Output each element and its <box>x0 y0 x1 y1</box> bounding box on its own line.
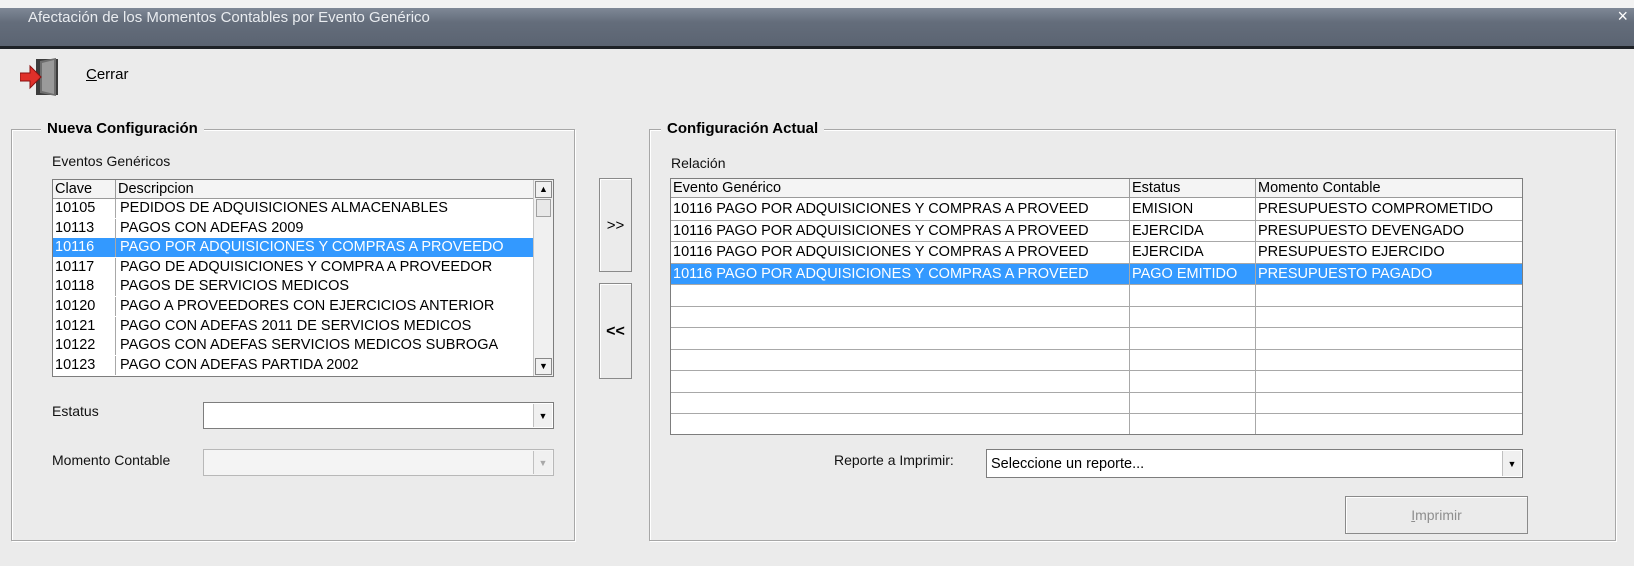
column-header-evento[interactable]: Evento Genérico <box>671 179 1130 198</box>
column-header-estatus[interactable]: Estatus <box>1130 179 1256 198</box>
estatus-cell: PAGO EMITIDO <box>1130 263 1256 285</box>
estatus-label: Estatus <box>52 403 99 419</box>
imprimir-label: mprimir <box>1415 507 1462 523</box>
estatus-cell: EJERCIDA <box>1132 244 1204 260</box>
clave-cell: 10116 <box>53 238 116 258</box>
grid-line <box>671 327 1522 328</box>
configuracion-actual-title: Configuración Actual <box>661 120 825 137</box>
scroll-thumb[interactable] <box>536 199 551 217</box>
clave-cell: 10118 <box>53 277 116 297</box>
clave-cell: 10120 <box>53 297 116 316</box>
imprimir-button[interactable]: Imprimir <box>1345 496 1528 534</box>
list-item[interactable]: 10118 PAGOS DE SERVICIOS MEDICOS <box>53 277 534 297</box>
momento-cell: PRESUPUESTO COMPROMETIDO <box>1258 201 1493 217</box>
momento-contable-label: Momento Contable <box>52 452 171 468</box>
evento-cell: 10116 PAGO POR ADQUISICIONES Y COMPRAS A… <box>673 244 1089 260</box>
chevron-down-icon[interactable]: ▼ <box>533 451 552 474</box>
relacion-grid[interactable]: Evento Genérico Estatus Momento Contable… <box>670 178 1523 435</box>
descripcion-cell: PAGOS DE SERVICIOS MEDICOS <box>120 278 350 295</box>
list-item[interactable]: 10123 PAGO CON ADEFAS PARTIDA 2002 <box>53 355 534 375</box>
grid-line <box>671 435 1523 436</box>
chevron-down-icon[interactable]: ▼ <box>533 404 552 427</box>
table-row[interactable]: 10116 PAGO POR ADQUISICIONES Y COMPRAS A… <box>671 221 1522 243</box>
clave-cell: 10113 <box>53 218 116 238</box>
grid-column-divider <box>1255 198 1256 434</box>
momento-cell: PRESUPUESTO EJERCIDO <box>1258 244 1445 260</box>
clave-cell: 10105 <box>53 199 116 218</box>
descripcion-cell: PAGO DE ADQUISICIONES Y COMPRA A PROVEED… <box>120 258 493 275</box>
clave-cell: 10123 <box>53 355 116 375</box>
grid-line <box>671 241 1522 242</box>
list-item[interactable]: 10116 PAGO POR ADQUISICIONES Y COMPRAS A … <box>53 238 534 258</box>
momento-cell: PRESUPUESTO DEVENGADO <box>1258 222 1465 239</box>
close-icon[interactable]: × <box>1617 6 1628 27</box>
clave-cell: 10122 <box>53 336 116 356</box>
list-item[interactable]: 10120 PAGO A PROVEEDORES CON EJERCICIOS A… <box>53 297 534 316</box>
column-header-momento[interactable]: Momento Contable <box>1256 179 1522 198</box>
chevron-down-icon[interactable]: ▼ <box>1502 451 1521 476</box>
add-relation-button[interactable]: >> <box>599 178 632 272</box>
cerrar-mnemonic: C <box>86 66 97 83</box>
column-header-descripcion[interactable]: Descripcion <box>116 180 534 199</box>
list-item[interactable]: 10105 PEDIDOS DE ADQUISICIONES ALMACENABL… <box>53 199 534 218</box>
list-item[interactable]: 10113 PAGOS CON ADEFAS 2009 <box>53 218 534 238</box>
grid-line <box>671 262 1522 264</box>
scroll-up-icon[interactable]: ▲ <box>535 181 552 198</box>
eventos-genericos-label: Eventos Genéricos <box>52 153 171 169</box>
estatus-combo[interactable]: ▼ <box>203 402 554 429</box>
momento-cell: PRESUPUESTO PAGADO <box>1256 263 1522 285</box>
clave-cell: 10121 <box>53 316 116 336</box>
list-item[interactable]: 10117 PAGO DE ADQUISICIONES Y COMPRA A PR… <box>53 257 534 277</box>
reporte-value: Seleccione un reporte... <box>991 456 1145 472</box>
evento-cell: 10116 PAGO POR ADQUISICIONES Y COMPRAS A… <box>673 201 1089 217</box>
relacion-label: Relación <box>671 155 726 171</box>
list-item[interactable]: 10122 PAGOS CON ADEFAS SERVICIOS MEDICOS … <box>53 336 534 356</box>
relacion-header: Evento Genérico Estatus Momento Contable <box>671 179 1522 198</box>
grid-line <box>671 348 1522 350</box>
estatus-cell: EJERCIDA <box>1132 222 1204 239</box>
grid-line <box>671 284 1522 285</box>
grid-line <box>671 391 1522 393</box>
descripcion-cell: PAGOS CON ADEFAS 2009 <box>120 219 304 236</box>
eventos-scrollbar[interactable]: ▲ ▼ <box>533 180 553 376</box>
estatus-cell: EMISION <box>1132 201 1194 217</box>
list-item[interactable]: 10121 PAGO CON ADEFAS 2011 DE SERVICIOS M… <box>53 316 534 336</box>
reporte-label: Reporte a Imprimir: <box>834 452 954 468</box>
grid-line <box>671 370 1522 371</box>
grid-column-divider <box>1129 198 1130 434</box>
descripcion-cell: PAGOS CON ADEFAS SERVICIOS MEDICOS SUBRO… <box>120 337 499 354</box>
table-row[interactable]: 10116 PAGO POR ADQUISICIONES Y COMPRAS A… <box>671 199 1522 221</box>
scroll-down-icon[interactable]: ▼ <box>535 358 552 375</box>
grid-line <box>671 305 1522 307</box>
table-row[interactable]: 10116 PAGO POR ADQUISICIONES Y COMPRAS A… <box>671 263 1522 285</box>
evento-cell: 10116 PAGO POR ADQUISICIONES Y COMPRAS A… <box>673 222 1089 239</box>
title-bar-shadow <box>0 46 1634 49</box>
eventos-header: Clave Descripcion <box>53 180 534 199</box>
cerrar-label: errar <box>96 66 129 83</box>
eventos-genericos-list[interactable]: Clave Descripcion 10105 PEDIDOS DE ADQUISIC… <box>52 179 554 377</box>
descripcion-cell: PAGO A PROVEEDORES CON EJERCICIOS ANTERI… <box>120 298 495 314</box>
table-row[interactable]: 10116 PAGO POR ADQUISICIONES Y COMPRAS A… <box>671 242 1522 264</box>
descripcion-cell: PAGO CON ADEFAS 2011 DE SERVICIOS MEDICO… <box>120 317 472 334</box>
descripcion-cell: PAGO POR ADQUISICIONES Y COMPRAS A PROVE… <box>116 238 534 258</box>
grid-line <box>671 413 1522 414</box>
reporte-combo[interactable]: Seleccione un reporte... ▼ <box>986 449 1523 478</box>
descripcion-cell: PEDIDOS DE ADQUISICIONES ALMACENABLES <box>120 200 448 216</box>
column-header-clave[interactable]: Clave <box>53 180 116 199</box>
grid-line <box>671 219 1522 221</box>
clave-cell: 10117 <box>53 257 116 277</box>
window-title: Afectación de los Momentos Contables por… <box>28 9 430 26</box>
cerrar-button[interactable]: Cerrar <box>86 66 129 83</box>
nueva-configuracion-title: Nueva Configuración <box>41 120 204 137</box>
exit-door-icon[interactable] <box>19 57 68 97</box>
momento-contable-combo[interactable]: ▼ <box>203 449 554 476</box>
remove-relation-button[interactable]: << <box>599 283 632 379</box>
descripcion-cell: PAGO CON ADEFAS PARTIDA 2002 <box>120 356 359 373</box>
evento-cell: 10116 PAGO POR ADQUISICIONES Y COMPRAS A… <box>671 263 1130 285</box>
